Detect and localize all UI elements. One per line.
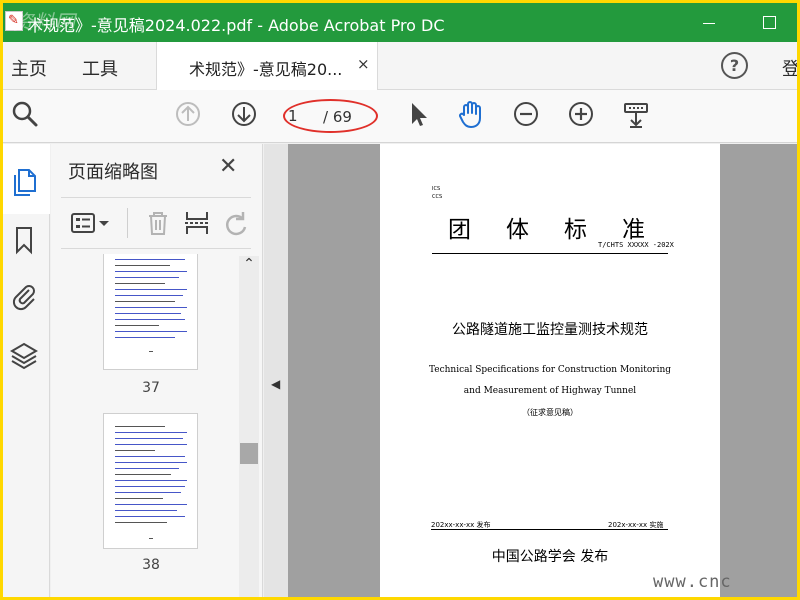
- chevron-down-icon[interactable]: [97, 207, 111, 239]
- tab-bar: 主页 工具 术规范》-意见稿20... × ? 登: [3, 42, 797, 90]
- page-thumbnails-panel: 页面缩略图 ✕ 37 38 ⌃: [51, 144, 263, 597]
- tab-home[interactable]: 主页: [11, 55, 47, 81]
- thumbnail-page-37[interactable]: [103, 254, 198, 370]
- english-title-line-1: Technical Specifications for Constructio…: [428, 365, 672, 375]
- help-icon[interactable]: ?: [721, 52, 748, 79]
- thumbnail-list: 37 38: [51, 254, 237, 597]
- thumbnail-page-38[interactable]: [103, 413, 198, 549]
- draft-note: （征求意见稿）: [522, 408, 578, 417]
- panel-title: 页面缩略图: [68, 162, 158, 183]
- standard-code: T/CHTS XXXXX -202X: [598, 241, 674, 249]
- close-tab-icon[interactable]: ×: [357, 55, 370, 73]
- scroll-up-icon[interactable]: ⌃: [239, 256, 259, 276]
- publisher: 中国公路学会 发布: [491, 549, 609, 565]
- panel-toolbar: [61, 197, 251, 249]
- previous-page-icon[interactable]: [172, 98, 204, 130]
- pdf-page: ICS CCS 团体标准 T/CHTS XXXXX -202X 公路隧道施工监控…: [380, 144, 720, 597]
- panel-scrollbar[interactable]: ⌃: [239, 256, 259, 597]
- panel-collapse-strip[interactable]: ◀: [264, 144, 288, 597]
- maximize-button[interactable]: [753, 9, 783, 35]
- title-bar: ✎ 术规范》-意见稿2024.022.pdf - Adobe Acrobat P…: [3, 3, 797, 42]
- search-icon[interactable]: [9, 98, 41, 130]
- minimize-button[interactable]: [693, 9, 723, 35]
- document-tab[interactable]: 术规范》-意见稿20... ×: [156, 42, 378, 90]
- window-title: 术规范》-意见稿2024.022.pdf - Adobe Acrobat Pro…: [27, 16, 445, 35]
- extract-page-icon[interactable]: [181, 207, 213, 239]
- tab-tools[interactable]: 工具: [82, 55, 118, 81]
- scrollbar-thumb[interactable]: [240, 443, 258, 464]
- zoom-out-icon[interactable]: [510, 98, 542, 130]
- attachments-icon[interactable]: [8, 280, 40, 312]
- chinese-title: 公路隧道施工监控量测技术规范: [452, 322, 648, 338]
- ccs-label: CCS: [432, 194, 443, 200]
- thumbnail-label: 38: [142, 557, 160, 573]
- document-viewport: ◀ ICS CCS 团体标准 T/CHTS XXXXX -202X 公路隧道施工…: [264, 144, 797, 597]
- select-tool-icon[interactable]: [401, 98, 433, 130]
- ics-label: ICS: [432, 186, 441, 192]
- header-rule: [432, 253, 668, 254]
- english-title-line-2: and Measurement of Highway Tunnel: [463, 386, 637, 396]
- site-watermark: 资料网: [13, 10, 76, 34]
- page-display-icon[interactable]: [620, 98, 652, 130]
- delete-page-icon[interactable]: [142, 207, 174, 239]
- thumbnail-label: 37: [142, 380, 160, 396]
- footer-rule: [431, 529, 668, 530]
- hand-tool-icon[interactable]: [455, 98, 487, 130]
- page-number-highlight: [283, 99, 378, 133]
- bookmarks-icon[interactable]: [8, 224, 40, 256]
- rotate-page-icon[interactable]: [219, 207, 251, 239]
- toolbar-divider: [127, 208, 128, 238]
- navigation-rail: [3, 144, 50, 597]
- zoom-in-icon[interactable]: [565, 98, 597, 130]
- sign-in-link[interactable]: 登: [782, 55, 797, 81]
- standard-title: 团体标准: [448, 217, 680, 243]
- main-toolbar: / 69: [3, 90, 797, 143]
- document-tab-label: 术规范》-意见稿20...: [189, 60, 343, 79]
- close-panel-icon[interactable]: ✕: [219, 154, 237, 179]
- layers-icon[interactable]: [8, 340, 40, 372]
- acrobat-window: ✎ 术规范》-意见稿2024.022.pdf - Adobe Acrobat P…: [3, 3, 797, 597]
- collapse-panel-icon[interactable]: ◀: [271, 377, 280, 391]
- page-thumbnails-icon[interactable]: [8, 166, 40, 198]
- page-watermark: www.cnc: [653, 572, 732, 592]
- next-page-icon[interactable]: [228, 98, 260, 130]
